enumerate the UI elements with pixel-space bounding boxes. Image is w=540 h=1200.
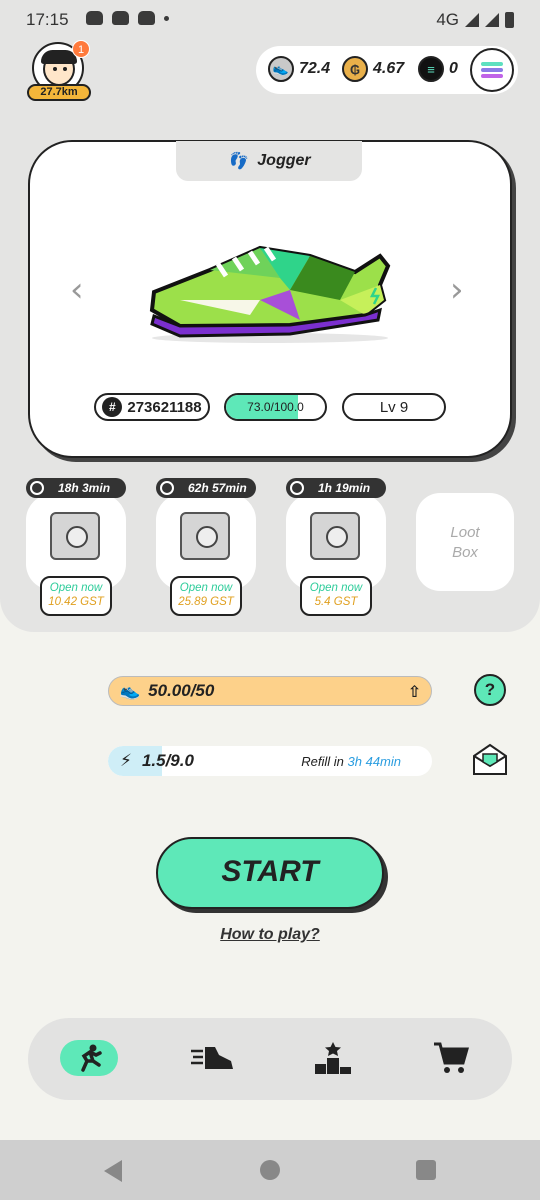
open-box-label: Open now [179,582,233,594]
signal-icon [465,13,479,27]
open-box-button[interactable]: Open now 25.89 GST [170,576,242,616]
mystery-box-icon [50,512,100,560]
nav-sneakers[interactable] [184,1040,240,1076]
nav-marketplace[interactable] [426,1040,476,1076]
running-man-icon [81,1044,102,1072]
clock-icon [30,481,44,495]
home-icon[interactable] [260,1160,280,1180]
solana-icon [481,60,503,80]
help-button[interactable]: ? [474,674,506,706]
podium-icon [315,1042,351,1074]
battery-icon [505,12,514,28]
refill-label: Refill in [301,753,344,769]
refill-timer: Refill in 3h 44min [301,754,401,769]
footprints-icon: 👣 [227,153,248,170]
clock: 17:15 [26,10,69,29]
previous-sneaker-arrow[interactable]: ‹ [70,270,84,310]
avatar-eye [63,67,67,71]
sneaker-level-pill: Lv 9 [342,393,446,421]
box-timer: 1h 19min [286,478,386,498]
gmt-balance: ₲ 4.67 [342,56,404,82]
distance-badge: 27.7km [27,84,91,101]
game-controller-icon [112,11,129,25]
box-timer: 18h 3min [26,478,126,498]
sol-coin-icon: ≡ [418,56,444,82]
mail-icon[interactable] [472,742,508,776]
game-controller-icon [138,11,155,25]
more-notifications-dot [164,15,169,21]
notification-badge: 1 [72,40,90,58]
gmt-balance-value: 4.67 [373,60,405,77]
gmt-coin-icon: ₲ [342,56,368,82]
upgrade-arrow-icon: ⇧ [407,684,421,701]
game-controller-icon [86,11,103,25]
next-sneaker-arrow[interactable]: › [450,270,464,310]
sneaker-id-pill: # 273621188 [94,393,210,421]
back-icon[interactable] [104,1160,122,1182]
open-box-label: Open now [49,582,103,594]
box-timer-value: 1h 19min [318,481,371,495]
sneaker-nav-icon [191,1047,233,1069]
sneaker-type: Jogger [257,152,311,169]
cart-icon [434,1042,469,1073]
mystery-box-icon [180,512,230,560]
open-box-cost: 5.4 GST [314,596,358,608]
nav-leaderboard[interactable] [308,1040,358,1076]
box-timer-value: 62h 57min [188,481,247,495]
sneaker-image [149,245,391,343]
system-navigation-bar [0,1140,540,1200]
open-box-button[interactable]: Open now 10.42 GST [40,576,112,616]
lightning-icon: ⚡ [120,751,132,770]
wallet-balances[interactable]: 👟 72.4 ₲ 4.67 ≡ 0 [256,46,518,94]
sol-balance-value: 0 [449,60,458,77]
loot-box-label-line2: Box [452,544,478,561]
loot-box-label-line1: Loot [450,524,480,541]
sol-balance: ≡ 0 [418,56,458,82]
durability-energy-left: ⚡ 1.5/9.0 [108,751,194,771]
signal-icon [485,13,499,27]
sneaker-id: 273621188 [127,398,202,416]
energy-value: 50.00/50 [148,681,215,700]
refill-time: 3h 44min [347,753,401,769]
sneaker-durability-pill: 73.0/100.0 [224,393,327,421]
open-box-label: Open now [309,582,363,594]
energy-bar[interactable]: 👟 50.00/50 ⇧ [108,676,432,706]
how-to-play-link[interactable]: How to play? [0,926,540,944]
durability-energy-value: 1.5/9.0 [141,751,194,770]
notification-icons [86,11,169,25]
clock-icon [290,481,304,495]
solana-chain-button[interactable] [470,48,514,92]
gst-balance: 👟 72.4 [268,56,330,82]
start-button[interactable]: START [156,837,384,909]
box-timer-value: 18h 3min [58,481,111,495]
system-indicators: 4G [436,10,514,30]
bottom-navigation [28,1018,512,1100]
nav-run[interactable] [60,1040,118,1076]
avatar-eye [53,67,57,71]
durability-energy-bar: ⚡ 1.5/9.0 Refill in 3h 44min [108,746,432,776]
open-box-cost: 10.42 GST [48,596,104,608]
status-bar: 17:15 4G [0,0,540,40]
open-box-cost: 25.89 GST [178,596,234,608]
sneaker-run-icon: 👟 [119,681,141,700]
clock-icon [160,481,174,495]
sneaker-durability: 73.0/100.0 [247,400,304,414]
sneaker-type-tab: 👣 Jogger [176,141,362,181]
network-type: 4G [436,10,459,29]
gst-coin-icon: 👟 [268,56,294,82]
recents-icon[interactable] [416,1160,436,1180]
hash-icon: # [102,397,123,417]
mystery-box-icon [310,512,360,560]
gst-balance-value: 72.4 [299,60,331,77]
box-timer: 62h 57min [156,478,256,498]
loot-box-slot[interactable]: Loot Box [416,493,514,591]
open-box-button[interactable]: Open now 5.4 GST [300,576,372,616]
